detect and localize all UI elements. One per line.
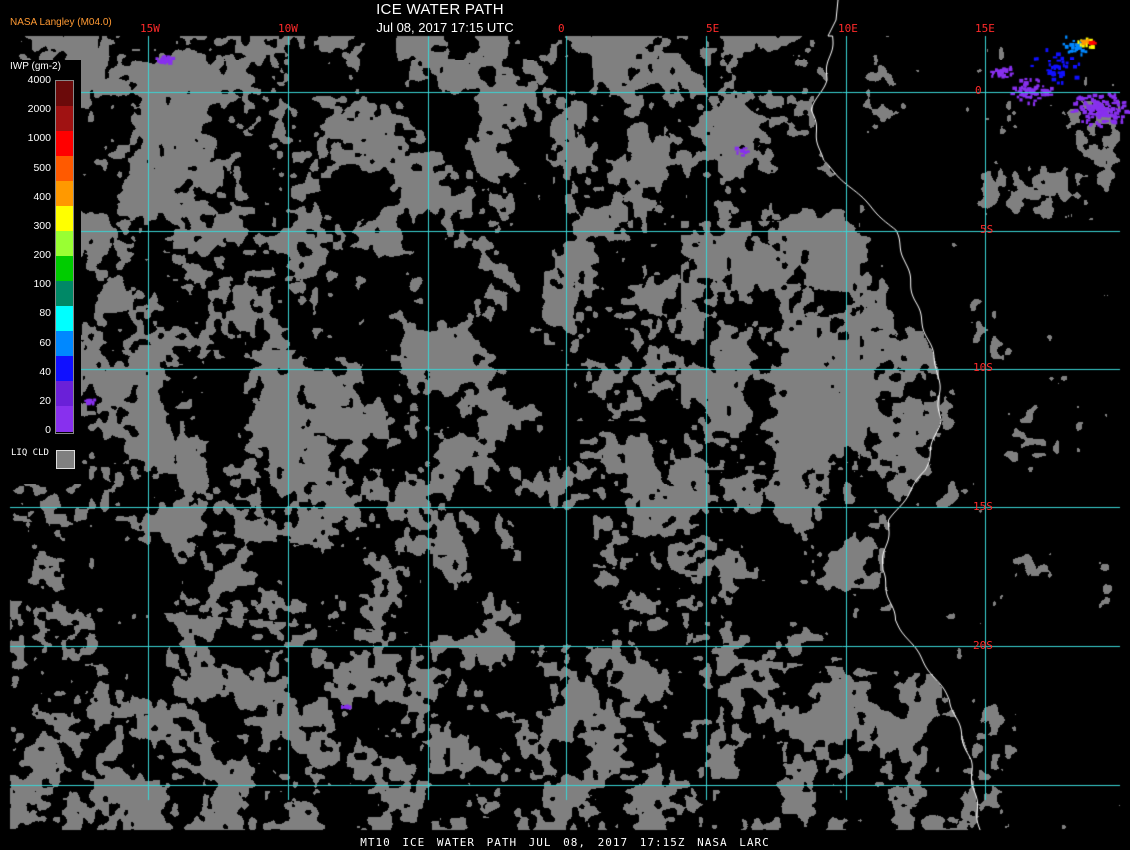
legend-swatch (56, 381, 73, 407)
lat-label-0: 0 (975, 84, 982, 97)
lon-label-15w: 15W (140, 22, 160, 35)
legend-level-label: 4000 (27, 74, 51, 86)
legend-level-label: 2000 (27, 103, 51, 116)
iwp-legend: IWP (gm-2) LIQ CLD 4000 2000 1000 500 400 300… (7, 60, 81, 484)
legend-level-label: 400 (33, 190, 51, 203)
legend-swatch (56, 331, 73, 357)
legend-swatch (56, 281, 73, 307)
legend-swatch (56, 231, 73, 257)
legend-swatch (56, 131, 73, 157)
footer-caption: MT10 ICE WATER PATH JUL 08, 2017 17:15Z … (360, 836, 770, 849)
legend-level-label: 500 (33, 161, 51, 174)
legend-swatch (56, 356, 73, 382)
legend-swatch (56, 156, 73, 182)
legend-title: IWP (gm-2) (10, 61, 61, 72)
product-title: ICE WATER PATH (376, 1, 504, 18)
product-datetime: Jul 08, 2017 17:15 UTC (376, 20, 514, 35)
lat-label-20s: 20S (973, 639, 993, 652)
legend-level-label: 0 (45, 424, 51, 436)
credit-label: NASA Langley (M04.0) (10, 17, 112, 28)
liquid-cloud-swatch (56, 450, 75, 469)
legend-level-label: 200 (33, 249, 51, 261)
legend-level-label: 300 (33, 219, 51, 232)
legend-swatch (56, 406, 73, 432)
legend-level-label: 60 (39, 336, 51, 349)
lat-label-5s: 5S (980, 223, 994, 236)
lon-label-10w: 10W (278, 22, 298, 35)
legend-level-label: 80 (39, 307, 51, 320)
lat-label-15s: 15S (973, 500, 993, 513)
liquid-cloud-label: LIQ CLD (11, 448, 49, 458)
legend-swatch (56, 256, 73, 282)
lon-label-0: 0 (558, 22, 565, 35)
lat-label-10s: 10S (973, 361, 993, 374)
legend-swatch (56, 206, 73, 232)
satellite-map (0, 0, 1130, 850)
legend-level-label: 20 (39, 394, 51, 407)
lon-label-10e: 10E (838, 22, 858, 35)
legend-swatch (56, 81, 73, 107)
lon-label-5e: 5E (706, 22, 720, 35)
legend-level-label: 40 (39, 365, 51, 378)
lon-label-15e: 15E (975, 22, 995, 35)
legend-swatch (56, 106, 73, 132)
legend-level-label: 100 (33, 278, 51, 291)
legend-level-label: 1000 (27, 132, 51, 145)
legend-swatch (56, 306, 73, 332)
legend-swatch (56, 181, 73, 207)
